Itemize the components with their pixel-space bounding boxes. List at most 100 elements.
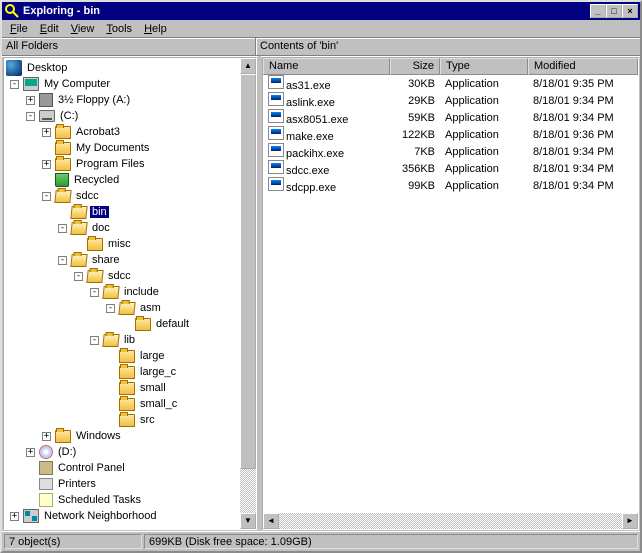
- menu-view[interactable]: View: [65, 21, 101, 37]
- desktop-icon: [6, 60, 22, 76]
- tree-mydocs[interactable]: My Documents: [74, 142, 151, 154]
- tree-floppy[interactable]: 3½ Floppy (A:): [56, 94, 132, 106]
- pane-splitter[interactable]: [258, 56, 261, 531]
- folder-icon: [119, 414, 135, 427]
- toggle-windows[interactable]: +: [42, 432, 51, 441]
- tree-d[interactable]: (D:): [56, 446, 78, 458]
- tree-scrollbar[interactable]: ▲ ▼: [240, 58, 256, 529]
- tree-bin[interactable]: bin: [90, 206, 109, 218]
- scroll-h-track[interactable]: [279, 513, 622, 529]
- list-body[interactable]: as31.exe30KBApplication8/18/01 9:35 PMas…: [263, 75, 638, 513]
- tree-lib[interactable]: lib: [122, 334, 137, 346]
- scroll-thumb[interactable]: [240, 74, 256, 469]
- scroll-right-button[interactable]: ►: [622, 513, 638, 529]
- close-button[interactable]: ×: [622, 4, 638, 18]
- list-item[interactable]: sdcpp.exe99KBApplication8/18/01 9:34 PM: [263, 177, 638, 194]
- drive-icon: [39, 110, 55, 122]
- tree-printers[interactable]: Printers: [56, 478, 98, 490]
- menu-file[interactable]: File: [4, 21, 34, 37]
- tree-sdcc[interactable]: sdcc: [74, 190, 101, 202]
- right-pane-label: Contents of 'bin': [256, 38, 640, 55]
- tree-sdcc2[interactable]: sdcc: [106, 270, 133, 282]
- menu-help[interactable]: Help: [138, 21, 173, 37]
- file-name: sdcpp.exe: [286, 182, 336, 194]
- scheduled-tasks-icon: [39, 493, 53, 507]
- toggle-share[interactable]: -: [58, 256, 67, 265]
- col-name[interactable]: Name: [263, 58, 390, 75]
- tree-misc[interactable]: misc: [106, 238, 133, 250]
- toggle-c[interactable]: -: [26, 112, 35, 121]
- list-item[interactable]: packihx.exe7KBApplication8/18/01 9:34 PM: [263, 143, 638, 160]
- list-item[interactable]: as31.exe30KBApplication8/18/01 9:35 PM: [263, 75, 638, 92]
- folder-open-icon: [54, 190, 71, 203]
- file-modified: 8/18/01 9:34 PM: [528, 146, 638, 158]
- tree-progfiles[interactable]: Program Files: [74, 158, 146, 170]
- tree-asm[interactable]: asm: [138, 302, 163, 314]
- list-item[interactable]: make.exe122KBApplication8/18/01 9:36 PM: [263, 126, 638, 143]
- file-list-pane: Name Size Type Modified as31.exe30KBAppl…: [262, 57, 639, 530]
- tree-large[interactable]: large: [138, 350, 166, 362]
- list-item[interactable]: asx8051.exe59KBApplication8/18/01 9:34 P…: [263, 109, 638, 126]
- minimize-button[interactable]: _: [590, 4, 606, 18]
- tree-network[interactable]: Network Neighborhood: [42, 510, 159, 522]
- toggle-acrobat[interactable]: +: [42, 128, 51, 137]
- tree-doc[interactable]: doc: [90, 222, 112, 234]
- status-size: 699KB (Disk free space: 1.09GB): [144, 534, 638, 549]
- exe-icon: [268, 109, 284, 123]
- folder-icon: [119, 398, 135, 411]
- list-item[interactable]: sdcc.exe356KBApplication8/18/01 9:34 PM: [263, 160, 638, 177]
- col-modified[interactable]: Modified: [528, 58, 638, 75]
- tree-large-c[interactable]: large_c: [138, 366, 178, 378]
- folder-icon: [135, 318, 151, 331]
- exe-icon: [268, 160, 284, 174]
- menu-tools[interactable]: Tools: [100, 21, 138, 37]
- file-name: make.exe: [286, 131, 334, 143]
- file-modified: 8/18/01 9:34 PM: [528, 112, 638, 124]
- file-type: Application: [440, 146, 528, 158]
- list-item[interactable]: aslink.exe29KBApplication8/18/01 9:34 PM: [263, 92, 638, 109]
- tree-recycled[interactable]: Recycled: [72, 174, 121, 186]
- tree-acrobat3[interactable]: Acrobat3: [74, 126, 122, 138]
- toggle-mycomputer[interactable]: -: [10, 80, 19, 89]
- toggle-floppy[interactable]: +: [26, 96, 35, 105]
- toggle-doc[interactable]: -: [58, 224, 67, 233]
- tree-share[interactable]: share: [90, 254, 122, 266]
- file-list: Name Size Type Modified as31.exe30KBAppl…: [263, 58, 638, 529]
- toggle-include[interactable]: -: [90, 288, 99, 297]
- folder-open-icon: [70, 222, 87, 235]
- scroll-left-button[interactable]: ◄: [263, 513, 279, 529]
- toggle-network[interactable]: +: [10, 512, 19, 521]
- file-name: as31.exe: [286, 80, 331, 92]
- file-name: aslink.exe: [286, 97, 335, 109]
- computer-icon: [23, 77, 39, 91]
- scroll-down-button[interactable]: ▼: [240, 513, 256, 529]
- toggle-asm[interactable]: -: [106, 304, 115, 313]
- tree-small[interactable]: small: [138, 382, 168, 394]
- toggle-progfiles[interactable]: +: [42, 160, 51, 169]
- tree-include[interactable]: include: [122, 286, 161, 298]
- tree-default[interactable]: default: [154, 318, 191, 330]
- file-modified: 8/18/01 9:34 PM: [528, 180, 638, 192]
- scroll-track[interactable]: [240, 74, 256, 513]
- list-h-scrollbar[interactable]: ◄ ►: [263, 513, 638, 529]
- printers-icon: [39, 478, 53, 490]
- tree-mycomputer[interactable]: My Computer: [42, 78, 112, 90]
- scroll-up-button[interactable]: ▲: [240, 58, 256, 74]
- tree-small-c[interactable]: small_c: [138, 398, 179, 410]
- tree-cpanel[interactable]: Control Panel: [56, 462, 127, 474]
- toggle-lib[interactable]: -: [90, 336, 99, 345]
- folder-tree[interactable]: Desktop - My Computer +3½ Floppy (A:) - (C…: [4, 58, 240, 529]
- maximize-button[interactable]: □: [606, 4, 622, 18]
- toggle-sdcc2[interactable]: -: [74, 272, 83, 281]
- tree-sched[interactable]: Scheduled Tasks: [56, 494, 143, 506]
- tree-src[interactable]: src: [138, 414, 157, 426]
- col-type[interactable]: Type: [440, 58, 528, 75]
- titlebar[interactable]: Exploring - bin _ □ ×: [2, 2, 640, 20]
- col-size[interactable]: Size: [390, 58, 440, 75]
- tree-c[interactable]: (C:): [58, 110, 80, 122]
- menu-edit[interactable]: Edit: [34, 21, 65, 37]
- tree-windows[interactable]: Windows: [74, 430, 123, 442]
- toggle-d[interactable]: +: [26, 448, 35, 457]
- tree-desktop[interactable]: Desktop: [25, 62, 69, 74]
- toggle-sdcc[interactable]: -: [42, 192, 51, 201]
